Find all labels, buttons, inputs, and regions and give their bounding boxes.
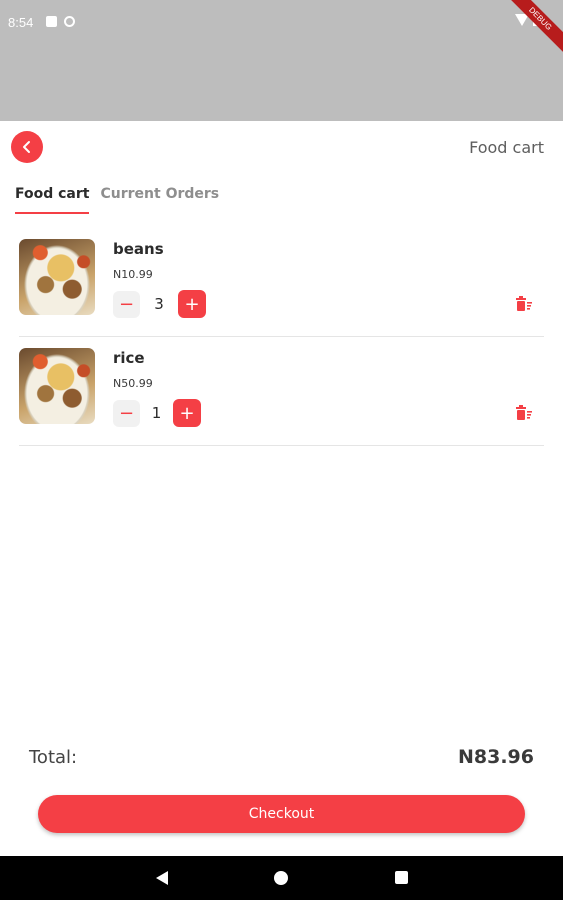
trash-icon	[516, 296, 532, 311]
status-time: 8:54	[8, 15, 34, 30]
minus-icon: −	[118, 402, 135, 424]
tab-food-cart[interactable]: Food cart	[15, 186, 90, 214]
quantity-value: 1	[151, 404, 162, 422]
quantity-stepper: − 1 +	[113, 399, 201, 427]
list-item: rice N50.99 − 1 +	[19, 339, 544, 446]
nav-home-icon[interactable]	[274, 871, 288, 885]
nav-back-icon[interactable]	[156, 871, 168, 885]
food-image	[19, 239, 95, 315]
debug-banner: DEBUG	[503, 0, 563, 56]
increase-quantity-button[interactable]: +	[178, 290, 206, 318]
tab-bar: Food cart Current Orders	[15, 186, 219, 214]
page-title: Food cart	[469, 138, 544, 157]
decrease-quantity-button[interactable]: −	[113, 399, 140, 427]
cart-list: beans N10.99 − 3 + rice N50.99 − 1 +	[19, 230, 544, 448]
decrease-quantity-button[interactable]: −	[113, 290, 140, 318]
item-price: N10.99	[113, 268, 153, 281]
delete-item-button[interactable]	[514, 403, 534, 423]
back-button[interactable]	[11, 131, 43, 163]
minus-icon: −	[118, 293, 135, 315]
status-bar: 8:54 DEBUG	[0, 0, 563, 121]
item-name: beans	[113, 240, 164, 258]
quantity-stepper: − 3 +	[113, 290, 206, 318]
sim-card-icon	[46, 16, 57, 27]
system-nav-bar	[0, 856, 563, 900]
tab-current-orders[interactable]: Current Orders	[100, 186, 219, 214]
plus-icon: +	[179, 402, 195, 424]
item-name: rice	[113, 349, 145, 367]
food-image	[19, 348, 95, 424]
plus-icon: +	[184, 293, 200, 315]
checkout-button[interactable]: Checkout	[38, 795, 525, 833]
list-item: beans N10.99 − 3 +	[19, 230, 544, 337]
nav-recent-apps-icon[interactable]	[395, 871, 408, 884]
chevron-left-icon	[23, 141, 30, 153]
item-price: N50.99	[113, 377, 153, 390]
total-label: Total:	[29, 747, 78, 768]
quantity-value: 3	[154, 295, 164, 313]
sync-icon	[64, 16, 75, 27]
total-value: N83.96	[458, 746, 534, 768]
increase-quantity-button[interactable]: +	[173, 399, 201, 427]
trash-icon	[516, 405, 532, 420]
delete-item-button[interactable]	[514, 294, 534, 314]
